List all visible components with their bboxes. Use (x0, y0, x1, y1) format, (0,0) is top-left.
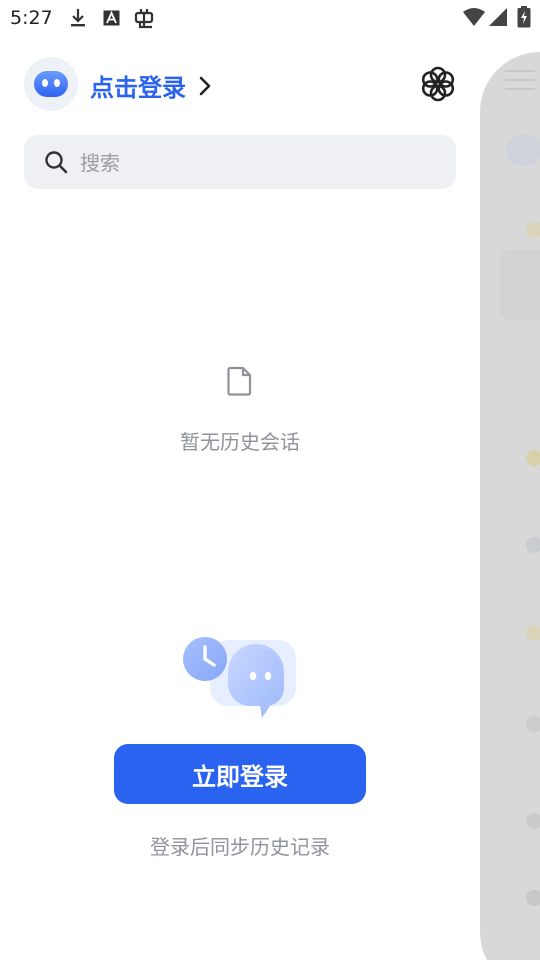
sync-history-hint: 登录后同步历史记录 (150, 835, 330, 859)
download-icon (71, 9, 85, 27)
user-avatar[interactable] (24, 57, 78, 111)
lightbulb-icon (526, 450, 540, 466)
login-label: 点击登录 (90, 74, 186, 102)
battery-icon (517, 6, 531, 28)
search-icon (45, 151, 68, 174)
folder-icon (526, 716, 540, 732)
status-bar: 5:27 (0, 0, 540, 38)
clock-chat-illustration (183, 637, 296, 718)
background-card (500, 250, 540, 320)
emoji-icon (526, 625, 540, 641)
signal-icon (489, 8, 507, 26)
star-icon (526, 222, 540, 238)
empty-history-text: 暂无历史会话 (180, 430, 300, 454)
scan-icon (526, 813, 540, 829)
login-now-button[interactable]: 立即登录 (114, 744, 366, 804)
chevron-right-icon (199, 76, 211, 95)
wifi-icon (463, 8, 485, 26)
menu-icon (505, 70, 535, 94)
flower-settings-icon[interactable] (418, 64, 458, 104)
search-input[interactable] (78, 135, 442, 191)
bot-avatar-icon (506, 134, 540, 166)
robot-face-icon (34, 71, 68, 97)
document-icon (227, 366, 252, 396)
history-drawer-screen: 5:27 点击登录 搜索 暂无历史会话 立即登录 登录后同步历史记录 (0, 0, 540, 960)
login-link[interactable]: 点击登录 (90, 68, 212, 103)
font-a-icon (103, 10, 120, 26)
status-time: 5:27 (10, 7, 53, 29)
search-bar[interactable] (24, 135, 456, 191)
bug-icon (134, 9, 154, 29)
microphone-icon (526, 890, 540, 906)
cube-icon (526, 537, 540, 553)
